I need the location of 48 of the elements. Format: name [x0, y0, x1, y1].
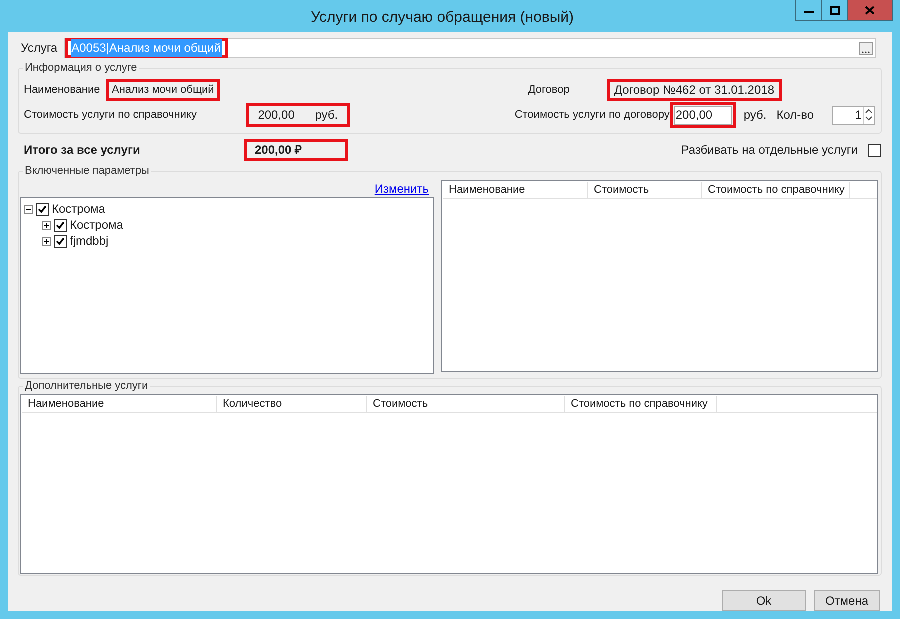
number-spinner[interactable]: 1 — [832, 106, 875, 124]
expand-icon[interactable] — [42, 220, 51, 230]
group-legend: Информация о услуге — [23, 61, 140, 75]
group-legend: Дополнительные услуги — [23, 379, 150, 393]
checkbox[interactable] — [868, 144, 881, 156]
dialog-button[interactable]: Отмена — [814, 590, 880, 611]
total-label: Итого за все услуги — [24, 142, 142, 159]
collapse-icon[interactable] — [24, 204, 33, 214]
tree-item[interactable]: Кострома — [52, 200, 106, 218]
field-label: Договор — [528, 82, 571, 98]
unit-label: руб. — [315, 107, 338, 124]
field-label: Стоимость услуги по договору — [514, 108, 670, 123]
ellipsis-icon — [862, 50, 870, 54]
column-header[interactable]: Наименование — [22, 396, 217, 413]
maximize-icon — [830, 6, 840, 14]
column-header[interactable]: Стоимость — [367, 396, 565, 413]
checkbox[interactable] — [54, 218, 67, 232]
total-value: 200,00 ₽ — [255, 142, 302, 159]
field-value: Договор №462 от 31.01.2018 — [614, 82, 774, 99]
field-label: Стоимость услуги по справочнику — [24, 108, 198, 123]
checkbox[interactable] — [54, 234, 67, 248]
column-header[interactable]: Стоимость — [588, 182, 702, 199]
close-icon — [865, 6, 875, 14]
input-field[interactable]: 200,00 — [674, 106, 732, 124]
field-label: Наименование — [24, 82, 102, 98]
spin-down-icon[interactable] — [864, 114, 874, 122]
window-title: Услуги по случаю обращения (новый) — [310, 8, 574, 28]
tree-item[interactable]: fjmdbbj — [70, 232, 109, 250]
column-header[interactable]: Наименование — [443, 182, 588, 199]
unit-label: руб. — [744, 107, 767, 124]
column-header[interactable]: Стоимость по справочнику — [702, 182, 850, 199]
browse-button[interactable] — [859, 42, 873, 54]
edit-link[interactable]: Изменить — [374, 180, 429, 197]
column-header[interactable]: Стоимость по справочнику — [565, 396, 717, 413]
spin-up-icon[interactable] — [864, 106, 874, 114]
selected-text: A0053|Анализ мочи общий — [70, 39, 222, 57]
group-legend: Включенные параметры — [23, 164, 152, 178]
column-header[interactable]: Количество — [217, 396, 367, 413]
field-label: Услуга — [20, 40, 58, 57]
expand-icon[interactable] — [42, 236, 51, 246]
close-button[interactable] — [848, 0, 892, 20]
field-value: Анализ мочи общий — [112, 82, 214, 98]
field-label: Кол-во — [776, 107, 814, 124]
tree-item[interactable]: Кострома — [70, 216, 124, 234]
field-value: 200,00 — [258, 107, 295, 124]
dialog-button[interactable]: Ok — [722, 590, 806, 611]
checkbox[interactable] — [36, 202, 49, 216]
checkbox-label: Разбивать на отдельные услуги — [681, 142, 858, 159]
